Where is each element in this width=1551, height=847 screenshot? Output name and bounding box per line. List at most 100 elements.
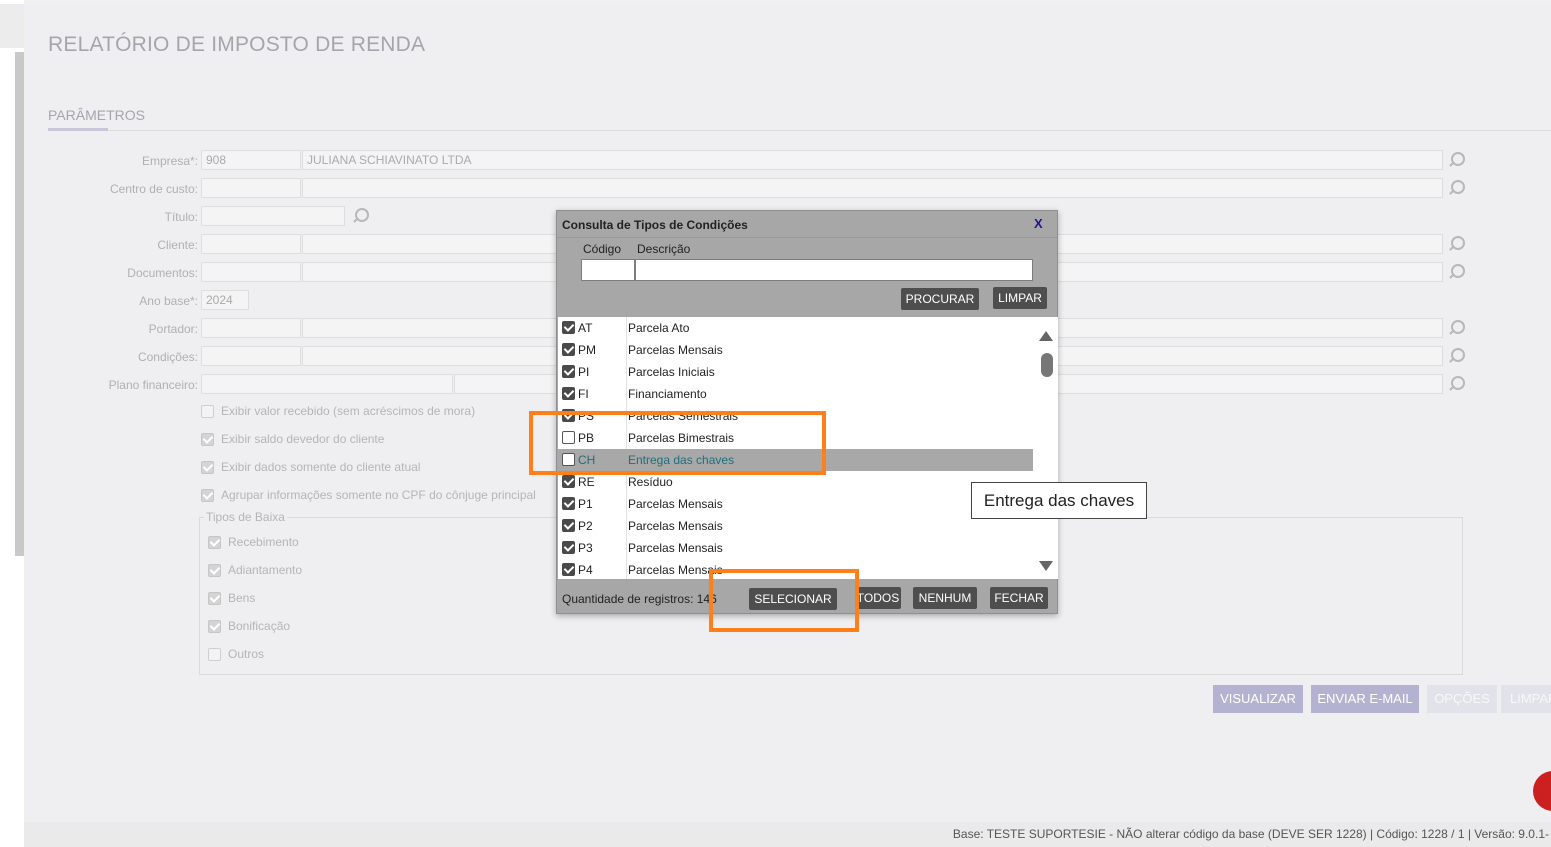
empresa-code-input[interactable]: 908 <box>201 150 301 170</box>
ano-base-label: Ano base*: <box>139 294 198 308</box>
portador-search-icon[interactable] <box>1447 319 1465 337</box>
empresa-name-input[interactable]: JULIANA SCHIAVINATO LTDA <box>302 150 1443 170</box>
row-description: Parcelas Iniciais <box>628 365 715 379</box>
row-description: Resíduo <box>628 475 673 489</box>
cliente-search-icon[interactable] <box>1447 235 1465 253</box>
titulo-label: Título: <box>164 210 198 224</box>
row-checkbox[interactable] <box>562 321 575 334</box>
nenhum-button[interactable]: NENHUM <box>913 587 977 609</box>
row-checkbox[interactable] <box>562 387 575 400</box>
option-label-valor-recebido: Exibir valor recebido (sem acréscimos de… <box>221 404 476 418</box>
tipo-baixa-label-recebimento: Recebimento <box>228 535 299 549</box>
row-checkbox[interactable] <box>562 497 575 510</box>
filter-desc-label: Descrição <box>637 242 691 256</box>
documentos-code-input[interactable] <box>201 262 301 282</box>
section-underline <box>48 128 108 131</box>
cliente-label: Cliente: <box>157 238 198 252</box>
tipo-baixa-checkbox-adiantamento[interactable] <box>208 564 221 577</box>
row-description: Parcelas Mensais <box>628 343 723 357</box>
row-description: Parcelas Mensais <box>628 519 723 533</box>
plano-financeiro-search-icon[interactable] <box>1447 375 1465 393</box>
row-code: P2 <box>578 519 593 533</box>
highlight-box-rows <box>529 411 826 475</box>
list-item[interactable]: P3 Parcelas Mensais <box>558 537 1033 559</box>
option-label-cpf-conjuge: Agrupar informações somente no CPF do cô… <box>221 488 536 502</box>
enviar-email-button[interactable]: ENVIAR E-MAIL <box>1311 685 1419 713</box>
modal-title-divider <box>557 237 1057 238</box>
centro-custo-label: Centro de custo: <box>109 182 198 196</box>
opcoes-button[interactable]: OPÇÕES <box>1427 685 1497 713</box>
titulo-search-icon[interactable] <box>351 207 369 225</box>
filter-desc-input[interactable] <box>635 259 1033 281</box>
row-checkbox[interactable] <box>562 475 575 488</box>
list-item[interactable]: AT Parcela Ato <box>558 317 1033 339</box>
ano-base-input[interactable]: 2024 <box>201 290 249 310</box>
procurar-button[interactable]: PROCURAR <box>901 288 979 310</box>
documentos-search-icon[interactable] <box>1447 263 1465 281</box>
centro-custo-name-input[interactable] <box>302 178 1443 198</box>
row-code: FI <box>578 387 589 401</box>
row-description: Parcela Ato <box>628 321 690 335</box>
plano-financeiro-code-input[interactable] <box>201 374 453 394</box>
option-checkbox-saldo-devedor[interactable] <box>201 433 214 446</box>
condicoes-label: Condições: <box>137 350 198 364</box>
filter-code-input[interactable] <box>581 259 635 281</box>
row-description: Parcelas Mensais <box>628 497 723 511</box>
todos-button[interactable]: TODOS <box>855 587 901 609</box>
left-gutter-tab <box>0 4 24 48</box>
row-code: P1 <box>578 497 593 511</box>
row-description: Parcelas Mensais <box>628 541 723 555</box>
option-label-saldo-devedor: Exibir saldo devedor do cliente <box>221 432 385 446</box>
row-checkbox[interactable] <box>562 343 575 356</box>
modal-limpar-button[interactable]: LIMPAR <box>993 287 1047 309</box>
row-code: PM <box>578 343 596 357</box>
condicoes-code-input[interactable] <box>201 346 301 366</box>
fechar-button[interactable]: FECHAR <box>990 587 1048 609</box>
tipos-baixa-legend: Tipos de Baixa <box>204 510 287 524</box>
page-title: RELATÓRIO DE IMPOSTO DE RENDA <box>48 33 426 56</box>
modal-title: Consulta de Tipos de Condições <box>562 218 748 232</box>
tipo-baixa-checkbox-bonificacao[interactable] <box>208 620 221 633</box>
list-item[interactable]: P2 Parcelas Mensais <box>558 515 1033 537</box>
tipo-baixa-label-outros: Outros <box>228 647 265 661</box>
row-code: P4 <box>578 563 593 577</box>
tipo-baixa-label-adiantamento: Adiantamento <box>228 563 303 577</box>
highlight-box-selecionar <box>709 569 859 632</box>
tipo-baixa-checkbox-recebimento[interactable] <box>208 536 221 549</box>
plano-financeiro-label: Plano financeiro: <box>108 378 198 392</box>
list-item[interactable]: FI Financiamento <box>558 383 1033 405</box>
list-item[interactable]: PM Parcelas Mensais <box>558 339 1033 361</box>
row-checkbox[interactable] <box>562 563 575 576</box>
scroll-thumb[interactable] <box>1041 353 1053 377</box>
list-item[interactable]: PI Parcelas Iniciais <box>558 361 1033 383</box>
documentos-label: Documentos: <box>127 266 198 280</box>
scroll-up-arrow-icon[interactable] <box>1039 331 1053 341</box>
list-item[interactable]: P1 Parcelas Mensais <box>558 493 1033 515</box>
limpar-button[interactable]: LIMPAR <box>1501 685 1551 713</box>
centro-custo-code-input[interactable] <box>201 178 301 198</box>
empresa-search-icon[interactable] <box>1447 151 1465 169</box>
tipo-baixa-checkbox-bens[interactable] <box>208 592 221 605</box>
section-title: PARÂMETROS <box>48 107 145 123</box>
centro-custo-search-icon[interactable] <box>1447 179 1465 197</box>
modal-close-button[interactable]: X <box>1034 216 1043 231</box>
visualizar-button[interactable]: VISUALIZAR <box>1213 685 1303 713</box>
titulo-input[interactable] <box>201 206 345 226</box>
filter-code-label: Código <box>583 242 622 256</box>
portador-label: Portador: <box>148 322 198 336</box>
record-count: Quantidade de registros: 146 <box>562 592 717 606</box>
option-checkbox-cpf-conjuge[interactable] <box>201 489 214 502</box>
option-checkbox-cliente-atual[interactable] <box>201 461 214 474</box>
row-code: P3 <box>578 541 593 555</box>
condicoes-search-icon[interactable] <box>1447 347 1465 365</box>
row-checkbox[interactable] <box>562 365 575 378</box>
portador-code-input[interactable] <box>201 318 301 338</box>
row-checkbox[interactable] <box>562 519 575 532</box>
row-tooltip: Entrega das chaves <box>971 482 1147 519</box>
list-scrollbar[interactable] <box>1034 317 1058 579</box>
row-checkbox[interactable] <box>562 541 575 554</box>
option-checkbox-valor-recebido[interactable] <box>201 405 214 418</box>
cliente-code-input[interactable] <box>201 234 301 254</box>
tipo-baixa-checkbox-outros[interactable] <box>208 648 221 661</box>
scroll-down-arrow-icon[interactable] <box>1039 561 1053 571</box>
